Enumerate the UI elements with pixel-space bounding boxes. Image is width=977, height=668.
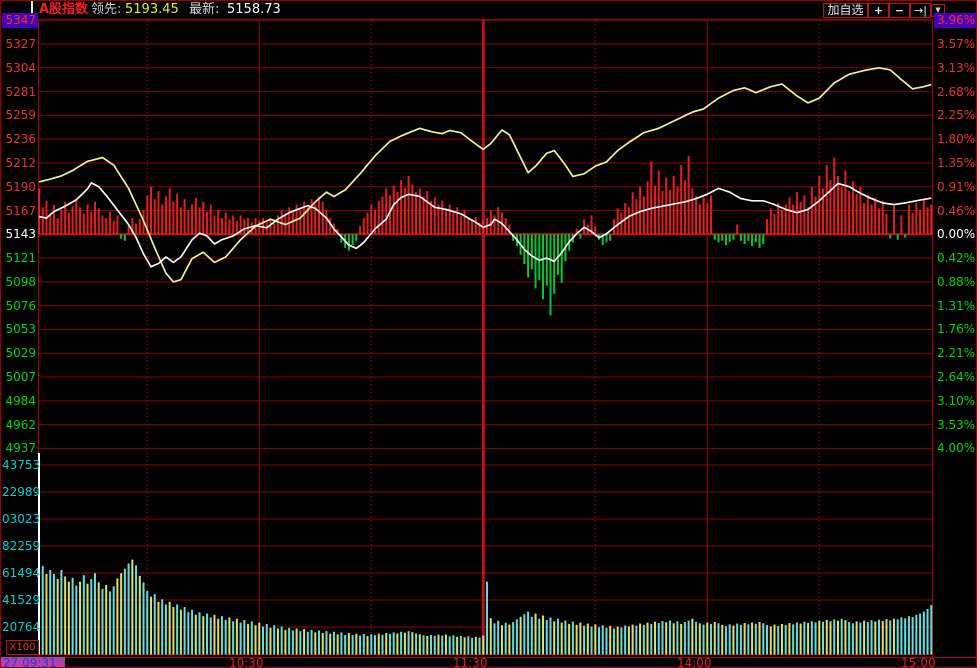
- pct-axis-label: 4.00%: [937, 441, 975, 455]
- latest-label: 最新:: [189, 2, 219, 18]
- session-start-label: 27 09:31: [1, 657, 65, 668]
- volume-axis-label: 20764: [2, 620, 36, 634]
- grid-lines: [39, 20, 932, 654]
- time-axis-label: 14:00: [672, 657, 716, 668]
- pct-axis-label: 2.25%: [937, 108, 975, 122]
- pct-axis-label: 0.46%: [937, 204, 975, 218]
- price-axis-label: 5281: [2, 85, 36, 99]
- price-axis-label: 5304: [2, 61, 36, 75]
- time-axis-label: 10:30: [224, 657, 268, 668]
- pct-axis-label: 1.31%: [937, 299, 975, 313]
- pct-axis-label: 0.91%: [937, 180, 975, 194]
- pct-axis-label: 3.96%: [937, 13, 975, 27]
- pct-axis-label: 0.42%: [937, 251, 975, 265]
- time-axis-label: 15:00: [896, 657, 940, 668]
- price-axis-label: 5167: [2, 204, 36, 218]
- price-axis-label: 5098: [2, 275, 36, 289]
- price-axis-label: 5327: [2, 37, 36, 51]
- next-period-button[interactable]: →|: [910, 3, 931, 18]
- instrument-title: A股指数: [39, 2, 88, 18]
- price-axis-label: 4937: [2, 441, 36, 455]
- pct-axis-label: 2.68%: [937, 85, 975, 99]
- plus-button[interactable]: +: [868, 3, 889, 18]
- volume-axis-label: 03023: [2, 512, 36, 526]
- minus-button[interactable]: −: [889, 3, 910, 18]
- price-axis-label: 5347: [2, 13, 36, 27]
- pct-axis-label: 3.57%: [937, 37, 975, 51]
- top-bar: A股指数 领先: 5193.45 最新: 5158.73 加自选 + − →| …: [1, 1, 977, 20]
- volume-bars: [38, 453, 932, 655]
- pct-axis-label: 0.00%: [937, 227, 975, 241]
- price-axis-label: 5053: [2, 322, 36, 336]
- leading-index-line: [39, 68, 931, 282]
- price-axis-label: 4962: [2, 418, 36, 432]
- price-axis-label: 5236: [2, 132, 36, 146]
- pct-axis-label: 0.88%: [937, 275, 975, 289]
- trading-terminal-window: A股指数 领先: 5193.45 最新: 5158.73 加自选 + − →| …: [0, 0, 977, 668]
- pct-axis-label: 2.21%: [937, 346, 975, 360]
- price-axis-label: 5190: [2, 180, 36, 194]
- pct-axis-label: 2.64%: [937, 370, 975, 384]
- volume-axis-label: 41529: [2, 593, 36, 607]
- price-axis-label: 5076: [2, 299, 36, 313]
- volume-axis-label: 61494: [2, 566, 36, 580]
- price-axis-label: 5121: [2, 251, 36, 265]
- price-axis-label: 5143: [2, 227, 36, 241]
- price-axis-label: 4984: [2, 394, 36, 408]
- pct-axis-label: 1.35%: [937, 156, 975, 170]
- price-axis-label: 5212: [2, 156, 36, 170]
- updown-strength-bars: [38, 156, 932, 316]
- pct-axis-label: 3.13%: [937, 61, 975, 75]
- intraday-chart[interactable]: [1, 1, 977, 668]
- leader-value: 5193.45: [125, 2, 179, 18]
- price-axis-label: 5029: [2, 346, 36, 360]
- volume-unit-badge: X100: [6, 640, 39, 655]
- add-watchlist-button[interactable]: 加自选: [823, 3, 868, 18]
- volume-axis-label: 43753: [2, 458, 36, 472]
- time-axis-label: 11:30: [448, 657, 492, 668]
- volume-axis-label: 82259: [2, 539, 36, 553]
- pct-axis-label: 3.53%: [937, 418, 975, 432]
- volume-axis-label: 22989: [2, 485, 36, 499]
- latest-value: 5158.73: [227, 2, 281, 18]
- pct-axis-label: 3.10%: [937, 394, 975, 408]
- price-axis-label: 5007: [2, 370, 36, 384]
- pct-axis-label: 1.76%: [937, 322, 975, 336]
- leader-label: 领先:: [91, 2, 121, 18]
- price-axis-label: 5259: [2, 108, 36, 122]
- pct-axis-label: 1.80%: [937, 132, 975, 146]
